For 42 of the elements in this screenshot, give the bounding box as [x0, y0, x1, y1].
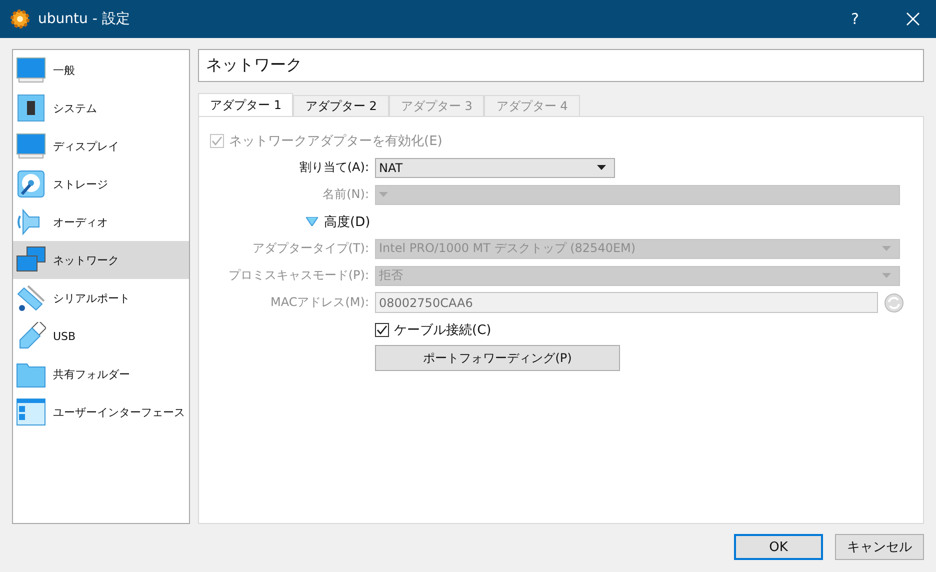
sidebar-item[interactable]: 共有フォルダー — [13, 355, 189, 393]
field-label: 名前(N): — [322, 186, 369, 203]
sidebar-item[interactable]: ストレージ — [13, 165, 189, 203]
sidebar-item[interactable]: オーディオ — [13, 203, 189, 241]
field-label: MACアドレス(M): — [270, 294, 369, 311]
tab[interactable]: アダプター 1 — [198, 93, 294, 116]
triangle-icon — [306, 217, 318, 226]
checkbox-label: ネットワークアダプターを有効化(E) — [229, 132, 442, 150]
dialog-button[interactable]: OK — [734, 534, 823, 560]
sidebar-item[interactable]: シリアルポート — [13, 279, 189, 317]
caret-icon — [379, 192, 388, 197]
serial-port-icon — [16, 284, 46, 312]
field-label: 割り当て(A): — [298, 159, 369, 176]
caret-icon — [882, 273, 891, 278]
port-forwarding-button[interactable]: ポートフォワーディング(P) — [375, 345, 620, 371]
close-icon — [906, 12, 920, 26]
network-icon — [16, 246, 46, 274]
checkbox[interactable] — [375, 322, 389, 336]
sidebar-item[interactable]: 一般 — [13, 51, 189, 89]
help-button[interactable]: ? — [832, 0, 878, 38]
sidebar-item[interactable]: システム — [13, 89, 189, 127]
window-title: ubuntu - 設定 — [38, 10, 131, 28]
sidebar-item[interactable]: ディスプレイ — [13, 127, 189, 165]
caret-icon — [597, 165, 606, 170]
monitor-icon — [16, 132, 46, 160]
refresh-icon[interactable] — [884, 292, 904, 312]
field-label: アダプタータイプ(T): — [251, 240, 369, 257]
window-icon — [16, 398, 46, 426]
sidebar-item[interactable]: ネットワーク — [13, 241, 189, 279]
caret-icon — [882, 246, 891, 251]
checkbox-label: ケーブル接続(C) — [394, 322, 492, 338]
expander[interactable]: 高度(D) — [306, 212, 912, 230]
dropdown[interactable]: NAT — [375, 158, 615, 178]
sidebar-item[interactable]: ユーザーインターフェース — [13, 393, 189, 431]
page-title: ネットワーク — [198, 49, 924, 82]
gear-icon — [10, 9, 30, 29]
chip-icon — [16, 94, 46, 122]
tab[interactable]: アダプター 2 — [293, 95, 389, 116]
sidebar-item[interactable]: USB — [13, 317, 189, 355]
field-label: プロミスキャスモード(P): — [227, 267, 369, 284]
monitor-icon — [16, 56, 46, 84]
dialog-button[interactable]: キャンセル — [835, 534, 924, 560]
